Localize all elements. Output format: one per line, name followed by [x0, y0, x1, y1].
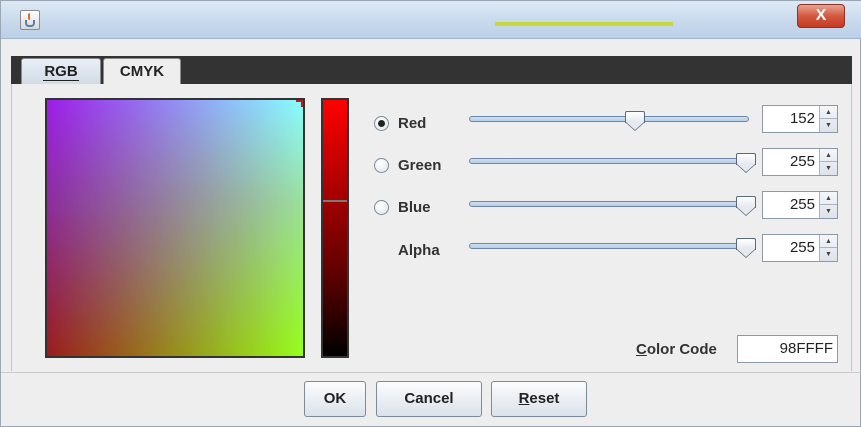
color-chooser-window: X RGB CMYK Red 152 ▲ ▼ Green 255 ▲ ▼ Blu…	[0, 0, 861, 427]
color-gradient-area[interactable]	[45, 98, 305, 358]
green-slider[interactable]	[469, 153, 756, 173]
spinner-down-icon[interactable]: ▼	[820, 248, 837, 261]
gradient-selection-marker[interactable]	[296, 100, 303, 107]
green-slider-thumb[interactable]	[736, 153, 756, 175]
spinner-down-icon[interactable]: ▼	[820, 119, 837, 132]
red-spinner[interactable]: 152 ▲ ▼	[762, 105, 838, 133]
green-radio[interactable]	[374, 158, 389, 173]
red-slider-thumb[interactable]	[625, 111, 645, 133]
blue-slider[interactable]	[469, 196, 756, 216]
blue-slider-thumb[interactable]	[736, 196, 756, 218]
reset-mnemonic: R	[518, 390, 530, 407]
close-icon: X	[815, 7, 827, 24]
gradient-right-layer	[47, 100, 303, 356]
ok-button[interactable]: OK	[304, 381, 366, 417]
title-accent-bar	[495, 22, 673, 26]
spinner-arrows: ▲ ▼	[819, 192, 837, 218]
thumb-point-inner	[737, 164, 755, 172]
title-bar[interactable]: X	[1, 1, 861, 39]
java-steam-icon-part	[28, 13, 32, 20]
green-spinner[interactable]: 255 ▲ ▼	[762, 148, 838, 176]
spinner-up-icon[interactable]: ▲	[820, 235, 837, 248]
reset-button[interactable]: Reset	[491, 381, 587, 417]
spinner-up-icon[interactable]: ▲	[820, 192, 837, 205]
red-slider[interactable]	[469, 111, 749, 131]
color-code-mnemonic: C	[636, 341, 647, 358]
tab-cmyk[interactable]: CMYK	[103, 58, 181, 84]
blue-radio[interactable]	[374, 200, 389, 215]
thumb-point-inner	[737, 249, 755, 257]
button-bar-divider	[1, 372, 861, 373]
color-code-label: Color Code	[636, 341, 717, 358]
alpha-spinner[interactable]: 255 ▲ ▼	[762, 234, 838, 262]
spinner-down-icon[interactable]: ▼	[820, 205, 837, 218]
red-radio[interactable]	[374, 116, 389, 131]
tab-rgb[interactable]: RGB	[21, 58, 101, 84]
channel-strip-marker[interactable]	[323, 200, 347, 202]
reset-label-rest: eset	[529, 390, 560, 407]
green-value: 255	[789, 153, 815, 170]
color-code-label-rest: olor Code	[646, 341, 717, 358]
spinner-up-icon[interactable]: ▲	[820, 106, 837, 119]
spinner-arrows: ▲ ▼	[819, 149, 837, 175]
spinner-arrows: ▲ ▼	[819, 235, 837, 261]
blue-value: 255	[789, 196, 815, 213]
thumb-point-inner	[737, 207, 755, 215]
spinner-arrows: ▲ ▼	[819, 106, 837, 132]
tab-strip: RGB CMYK	[11, 56, 852, 84]
thumb-point-inner	[626, 122, 644, 130]
red-value: 152	[789, 110, 815, 127]
spinner-down-icon[interactable]: ▼	[820, 162, 837, 175]
alpha-label: Alpha	[398, 242, 440, 259]
channel-strip[interactable]	[321, 98, 349, 358]
java-icon	[20, 10, 40, 30]
green-label: Green	[398, 157, 442, 174]
tab-rgb-label: RGB	[43, 63, 79, 81]
red-label: Red	[398, 115, 427, 132]
close-button[interactable]: X	[797, 4, 845, 28]
tab-cmyk-label: CMYK	[119, 63, 165, 80]
java-cup-icon-part	[25, 20, 35, 27]
blue-spinner[interactable]: 255 ▲ ▼	[762, 191, 838, 219]
alpha-slider-thumb[interactable]	[736, 238, 756, 260]
cancel-button[interactable]: Cancel	[376, 381, 482, 417]
alpha-slider[interactable]	[469, 238, 756, 258]
color-code-field[interactable]: 98FFFF	[737, 335, 838, 363]
alpha-value: 255	[789, 239, 815, 256]
blue-label: Blue	[398, 199, 431, 216]
rgb-panel: Red 152 ▲ ▼ Green 255 ▲ ▼ Blue 255 ▲ ▼ A…	[11, 84, 852, 371]
spinner-up-icon[interactable]: ▲	[820, 149, 837, 162]
